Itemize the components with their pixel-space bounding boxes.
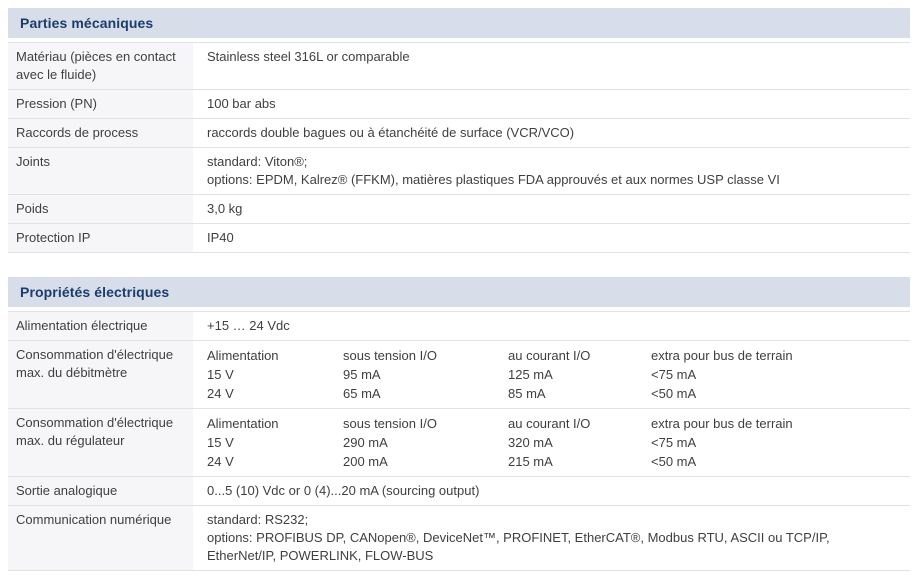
value-line: raccords double bagues ou à étanchéité d… (207, 124, 900, 142)
grid-cell: extra pour bus de terrain (651, 346, 900, 365)
value-line: IP40 (207, 229, 900, 247)
row-label: Joints (8, 148, 193, 194)
table-body: Alimentation électrique +15 … 24 Vdc Con… (8, 311, 910, 571)
table-header-mecaniques: Parties mécaniques (8, 8, 910, 38)
grid-cell: <50 mA (651, 384, 900, 403)
grid-cell: 85 mA (508, 384, 651, 403)
value-line: 0...5 (10) Vdc or 0 (4)...20 mA (sourcin… (207, 482, 900, 500)
table-row-materiau: Matériau (pièces en contact avec le flui… (8, 42, 910, 89)
value-line: +15 … 24 Vdc (207, 317, 900, 335)
row-label: Raccords de process (8, 119, 193, 147)
row-label: Consommation d'électrique max. du débitm… (8, 341, 193, 408)
table-row-pression: Pression (PN) 100 bar abs (8, 89, 910, 118)
grid-cell: 24 V (207, 452, 343, 471)
table-row-protection-ip: Protection IP IP40 (8, 223, 910, 252)
grid-cell: Alimentation (207, 346, 343, 365)
value-line: 3,0 kg (207, 200, 900, 218)
grid-cell: 15 V (207, 365, 343, 384)
grid-cell: 24 V (207, 384, 343, 403)
value-line: standard: Viton®; (207, 153, 900, 171)
value-line: options: PROFIBUS DP, CANopen®, DeviceNe… (207, 529, 900, 565)
spec-page: Parties mécaniques Matériau (pièces en c… (0, 0, 918, 579)
row-label: Protection IP (8, 224, 193, 252)
row-value-grid: Alimentation sous tension I/O au courant… (193, 341, 910, 408)
grid-cell: <50 mA (651, 452, 900, 471)
value-line: 100 bar abs (207, 95, 900, 113)
row-value: 100 bar abs (193, 90, 910, 118)
value-line: options: EPDM, Kalrez® (FFKM), matières … (207, 171, 900, 189)
table-row-alimentation: Alimentation électrique +15 … 24 Vdc (8, 311, 910, 340)
row-value: raccords double bagues ou à étanchéité d… (193, 119, 910, 147)
table-header-electriques: Propriétés électriques (8, 277, 910, 307)
grid-cell: 15 V (207, 433, 343, 452)
grid-cell: au courant I/O (508, 346, 651, 365)
row-label: Consommation d'électrique max. du régula… (8, 409, 193, 476)
row-value-grid: Alimentation sous tension I/O au courant… (193, 409, 910, 476)
table-parties-mecaniques: Parties mécaniques Matériau (pièces en c… (8, 8, 910, 253)
grid-cell: <75 mA (651, 433, 900, 452)
table-title: Propriétés électriques (20, 284, 169, 300)
table-row-joints: Joints standard: Viton®; options: EPDM, … (8, 147, 910, 194)
grid-cell: 215 mA (508, 452, 651, 471)
table-row-conso-regulateur: Consommation d'électrique max. du régula… (8, 408, 910, 476)
value-line: Stainless steel 316L or comparable (207, 48, 900, 66)
table-row-poids: Poids 3,0 kg (8, 194, 910, 223)
grid-cell: 290 mA (343, 433, 508, 452)
grid-cell: 125 mA (508, 365, 651, 384)
row-label: Communication numérique (8, 506, 193, 570)
table-row-sortie-analogique: Sortie analogique 0...5 (10) Vdc or 0 (4… (8, 476, 910, 505)
row-label: Poids (8, 195, 193, 223)
grid-cell: sous tension I/O (343, 414, 508, 433)
grid-cell: 200 mA (343, 452, 508, 471)
row-value: +15 … 24 Vdc (193, 312, 910, 340)
row-value: Stainless steel 316L or comparable (193, 43, 910, 89)
row-label: Pression (PN) (8, 90, 193, 118)
row-label: Matériau (pièces en contact avec le flui… (8, 43, 193, 89)
table-body: Matériau (pièces en contact avec le flui… (8, 42, 910, 253)
table-row-communication: Communication numérique standard: RS232;… (8, 505, 910, 570)
grid-cell: 65 mA (343, 384, 508, 403)
row-label: Alimentation électrique (8, 312, 193, 340)
row-value: standard: Viton®; options: EPDM, Kalrez®… (193, 148, 910, 194)
row-value: standard: RS232; options: PROFIBUS DP, C… (193, 506, 910, 570)
row-value: 3,0 kg (193, 195, 910, 223)
row-value: 0...5 (10) Vdc or 0 (4)...20 mA (sourcin… (193, 477, 910, 505)
grid-cell: au courant I/O (508, 414, 651, 433)
row-value: IP40 (193, 224, 910, 252)
table-proprietes-electriques: Propriétés électriques Alimentation élec… (8, 277, 910, 571)
grid-cell: sous tension I/O (343, 346, 508, 365)
grid-cell: Alimentation (207, 414, 343, 433)
table-title: Parties mécaniques (20, 15, 153, 31)
table-row-conso-debitmetre: Consommation d'électrique max. du débitm… (8, 340, 910, 408)
grid-cell: 95 mA (343, 365, 508, 384)
value-line: standard: RS232; (207, 511, 900, 529)
row-label: Sortie analogique (8, 477, 193, 505)
table-row-raccords: Raccords de process raccords double bagu… (8, 118, 910, 147)
grid-cell: <75 mA (651, 365, 900, 384)
grid-cell: extra pour bus de terrain (651, 414, 900, 433)
grid-cell: 320 mA (508, 433, 651, 452)
